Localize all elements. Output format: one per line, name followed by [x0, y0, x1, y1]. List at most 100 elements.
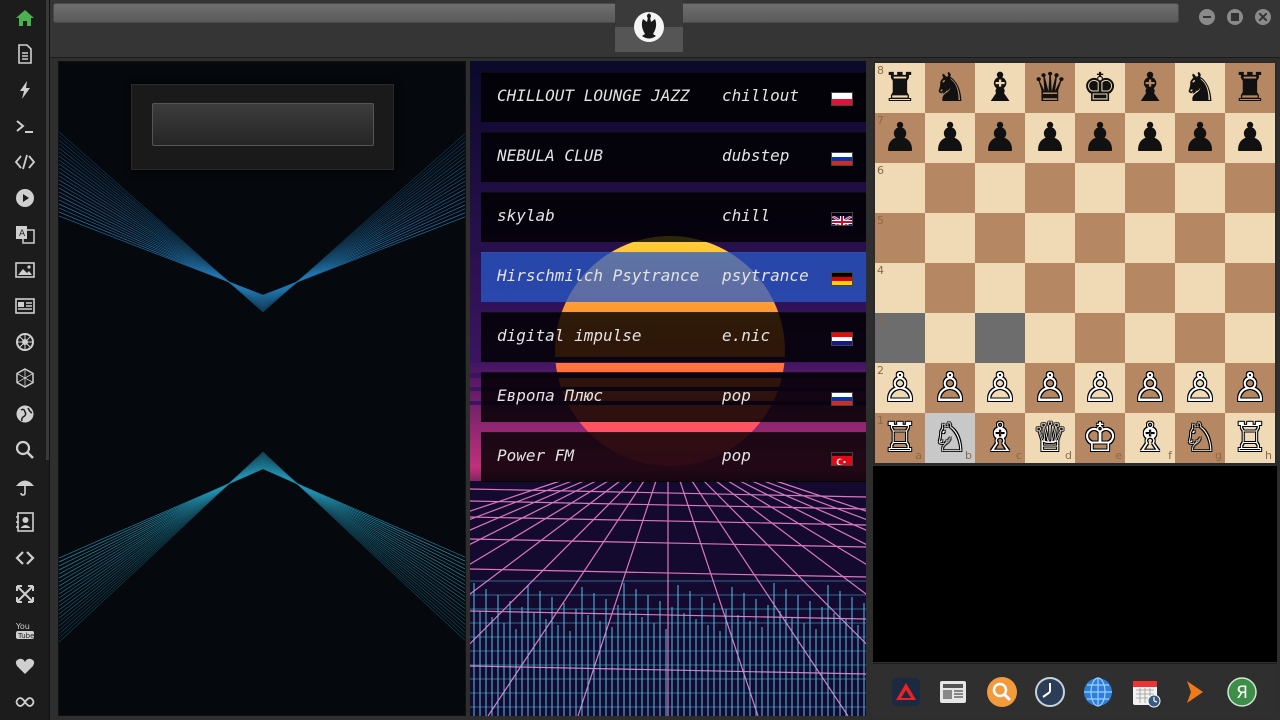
settings-wheel-icon[interactable]	[13, 330, 37, 354]
link-icon[interactable]	[13, 546, 37, 570]
image-icon[interactable]	[13, 258, 37, 282]
square-f8[interactable]: ♝	[1125, 63, 1175, 113]
square-g5[interactable]	[1175, 213, 1225, 263]
square-b2[interactable]: ♙	[925, 363, 975, 413]
square-b6[interactable]	[925, 163, 975, 213]
square-a7[interactable]: 7 ♟	[875, 113, 925, 163]
youtube-icon[interactable]: You Tube	[13, 618, 37, 642]
lightning-icon[interactable]	[13, 78, 37, 102]
chess-piece[interactable]: ♟	[1025, 113, 1075, 163]
chess-piece[interactable]: ♟	[1175, 113, 1225, 163]
station-row[interactable]: skylab chill	[481, 192, 866, 242]
square-b4[interactable]	[925, 263, 975, 313]
search-app-icon[interactable]	[986, 676, 1018, 708]
square-h6[interactable]	[1225, 163, 1275, 213]
globe-app-icon[interactable]	[1082, 676, 1114, 708]
square-d3[interactable]	[1025, 313, 1075, 363]
square-a5[interactable]: 5	[875, 213, 925, 263]
arrow-app-icon[interactable]	[1178, 676, 1210, 708]
code-icon[interactable]	[13, 150, 37, 174]
hexagon-network-icon[interactable]	[13, 366, 37, 390]
square-g6[interactable]	[1175, 163, 1225, 213]
square-g7[interactable]: ♟	[1175, 113, 1225, 163]
chess-piece[interactable]: ♛	[1025, 63, 1075, 113]
square-h5[interactable]	[1225, 213, 1275, 263]
square-c2[interactable]: ♙	[975, 363, 1025, 413]
square-d6[interactable]	[1025, 163, 1075, 213]
chess-piece[interactable]: ♗	[975, 413, 1025, 463]
square-e8[interactable]: ♚	[1075, 63, 1125, 113]
minimize-button[interactable]	[1199, 9, 1215, 25]
square-d7[interactable]: ♟	[1025, 113, 1075, 163]
square-g2[interactable]: ♙	[1175, 363, 1225, 413]
play-icon[interactable]	[13, 186, 37, 210]
square-h3[interactable]	[1225, 313, 1275, 363]
square-c1[interactable]: c ♗	[975, 413, 1025, 463]
station-row[interactable]: CHILLOUT LOUNGE JAZZ chillout	[481, 72, 866, 122]
square-b7[interactable]: ♟	[925, 113, 975, 163]
chess-piece[interactable]: ♟	[975, 113, 1025, 163]
logo-tab[interactable]	[615, 0, 683, 52]
square-f6[interactable]	[1125, 163, 1175, 213]
square-e6[interactable]	[1075, 163, 1125, 213]
sidebar-scrollbar[interactable]	[46, 0, 49, 460]
news-icon[interactable]	[13, 294, 37, 318]
square-c4[interactable]	[975, 263, 1025, 313]
chess-piece[interactable]: ♙	[1175, 363, 1225, 413]
station-row[interactable]: Европа Плюс pop	[481, 372, 866, 422]
square-e1[interactable]: e ♔	[1075, 413, 1125, 463]
square-g1[interactable]: g ♘	[1175, 413, 1225, 463]
square-e2[interactable]: ♙	[1075, 363, 1125, 413]
chess-piece[interactable]: ♙	[975, 363, 1025, 413]
clock-app-icon[interactable]	[1034, 676, 1066, 708]
home-icon[interactable]	[13, 6, 37, 30]
square-d4[interactable]	[1025, 263, 1075, 313]
square-f2[interactable]: ♙	[1125, 363, 1175, 413]
close-button[interactable]	[1255, 9, 1271, 25]
chess-piece[interactable]: ♖	[1225, 413, 1275, 463]
red-triangle-app-icon[interactable]	[890, 676, 922, 708]
square-f5[interactable]	[1125, 213, 1175, 263]
newspaper-app-icon[interactable]	[938, 676, 970, 708]
square-b1[interactable]: b ♘	[925, 413, 975, 463]
chess-piece[interactable]: ♟	[875, 113, 925, 163]
calendar-app-icon[interactable]	[1130, 676, 1162, 708]
chess-piece[interactable]: ♚	[1075, 63, 1125, 113]
square-e3[interactable]	[1075, 313, 1125, 363]
chess-piece[interactable]: ♙	[1025, 363, 1075, 413]
square-b8[interactable]: ♞	[925, 63, 975, 113]
square-g4[interactable]	[1175, 263, 1225, 313]
contacts-icon[interactable]	[13, 510, 37, 534]
chess-piece[interactable]: ♙	[1225, 363, 1275, 413]
square-f3[interactable]	[1125, 313, 1175, 363]
chess-piece[interactable]: ♔	[1075, 413, 1125, 463]
fullscreen-icon[interactable]	[13, 582, 37, 606]
square-a8[interactable]: 8 ♜	[875, 63, 925, 113]
square-a1[interactable]: 1 a ♖	[875, 413, 925, 463]
square-c5[interactable]	[975, 213, 1025, 263]
chess-piece[interactable]: ♟	[1225, 113, 1275, 163]
square-e5[interactable]	[1075, 213, 1125, 263]
square-d2[interactable]: ♙	[1025, 363, 1075, 413]
globe-icon[interactable]	[13, 402, 37, 426]
square-b3[interactable]	[925, 313, 975, 363]
square-c6[interactable]	[975, 163, 1025, 213]
infinity-icon[interactable]	[13, 690, 37, 714]
square-h1[interactable]: h ♖	[1225, 413, 1275, 463]
square-f4[interactable]	[1125, 263, 1175, 313]
chess-piece[interactable]: ♝	[975, 63, 1025, 113]
chess-board[interactable]: 8 ♜ ♞ ♝ ♛ ♚ ♝ ♞ ♜ 7 ♟ ♟ ♟ ♟ ♟ ♟ ♟ ♟ 6 5 4 3 2 ♙ ♙ ♙ ♙ ♙ ♙ ♙ ♙ 1 a ♖ b ♘ c ♗ d ♕…	[873, 61, 1277, 465]
chess-piece[interactable]: ♘	[925, 413, 975, 463]
square-a4[interactable]: 4	[875, 263, 925, 313]
square-h2[interactable]: ♙	[1225, 363, 1275, 413]
square-f7[interactable]: ♟	[1125, 113, 1175, 163]
terminal-icon[interactable]	[13, 114, 37, 138]
square-a2[interactable]: 2 ♙	[875, 363, 925, 413]
square-d1[interactable]: d ♕	[1025, 413, 1075, 463]
square-a3[interactable]: 3	[875, 313, 925, 363]
station-row[interactable]: Power FM pop	[481, 432, 866, 482]
square-b5[interactable]	[925, 213, 975, 263]
chess-piece[interactable]: ♙	[1125, 363, 1175, 413]
square-e7[interactable]: ♟	[1075, 113, 1125, 163]
square-c8[interactable]: ♝	[975, 63, 1025, 113]
